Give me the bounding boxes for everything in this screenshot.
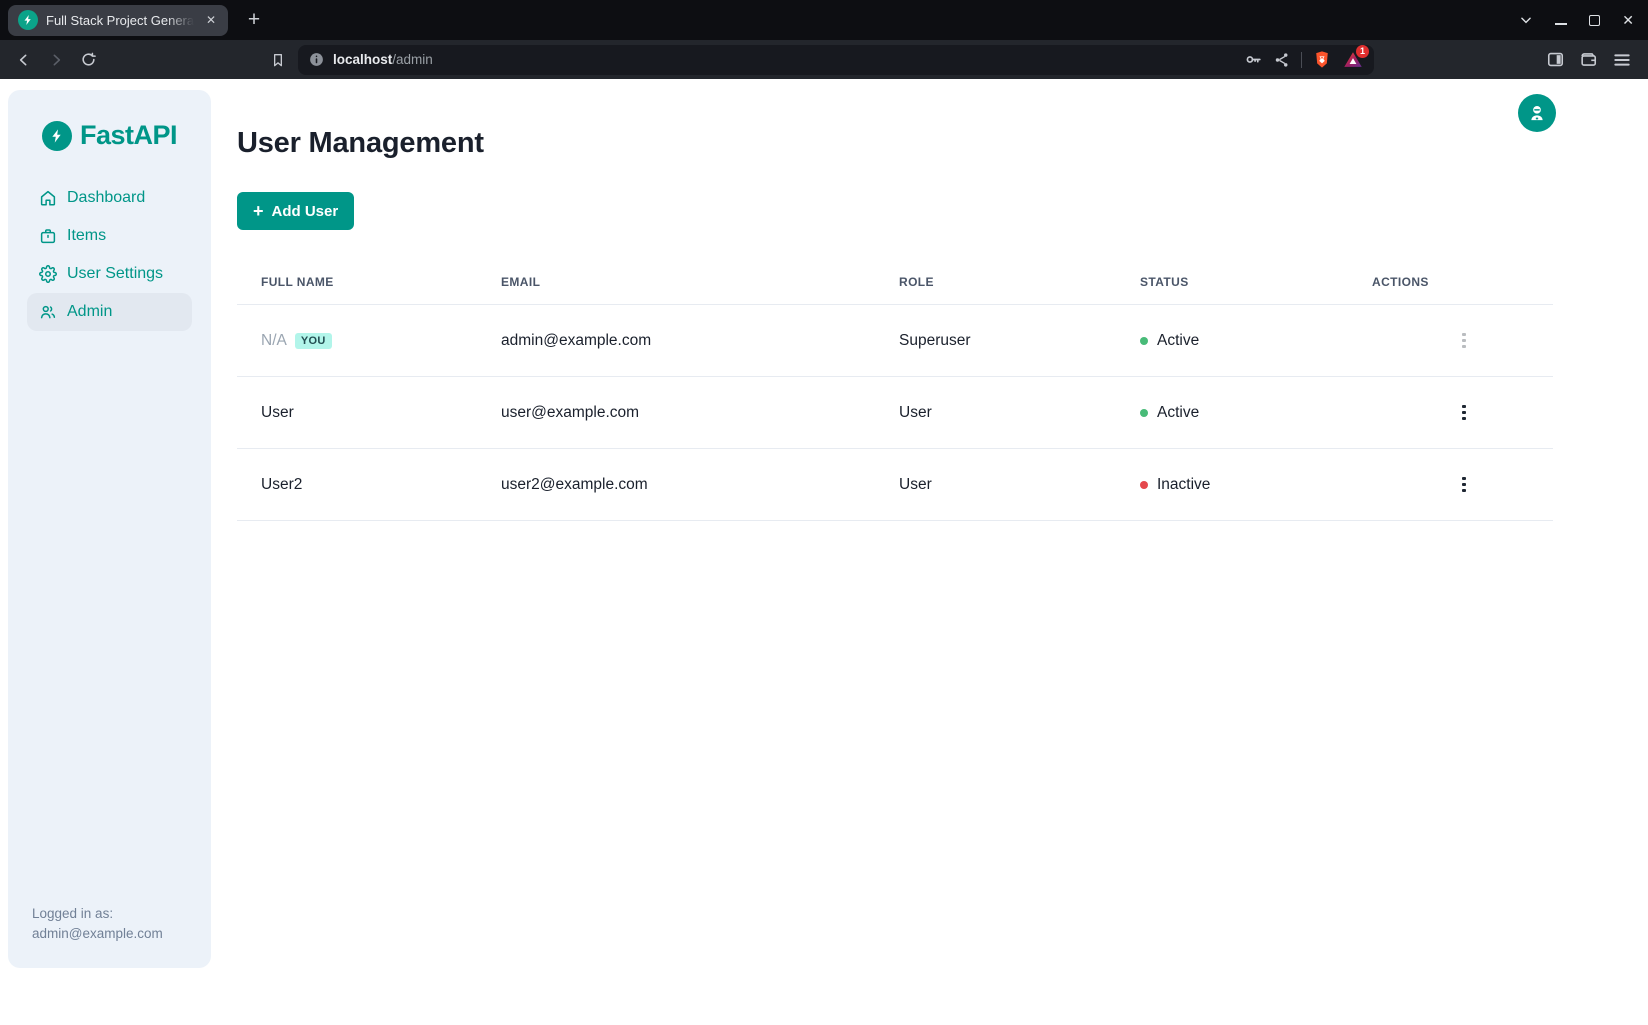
bookmark-icon[interactable]: [264, 46, 292, 74]
col-header-email: EMAIL: [501, 275, 899, 289]
sidebar-item-label: Admin: [67, 303, 112, 321]
side-panel-icon[interactable]: [1546, 50, 1565, 69]
cell-email: admin@example.com: [501, 332, 899, 350]
home-icon: [39, 189, 57, 207]
table-row: User2 user2@example.com User Inactive: [237, 449, 1553, 521]
sidebar-item-label: Items: [67, 227, 106, 245]
password-key-icon[interactable]: [1244, 50, 1263, 69]
cell-role: User: [899, 476, 1140, 494]
cell-email: user@example.com: [501, 404, 899, 422]
cell-full-name: N/A: [261, 332, 287, 350]
tab-bar: Full Stack Project Genera ✕ + ✕: [0, 0, 1648, 40]
tab-title: Full Stack Project Genera: [46, 12, 194, 29]
cell-email: user2@example.com: [501, 476, 899, 494]
cell-role: Superuser: [899, 332, 1140, 350]
user-menu-button[interactable]: [1518, 94, 1556, 132]
url-path: /admin: [392, 52, 433, 67]
main-area: User Management + Add User FULL NAME EMA…: [211, 79, 1648, 1025]
users-table: FULL NAME EMAIL ROLE STATUS ACTIONS N/A …: [237, 260, 1553, 521]
close-button[interactable]: ✕: [1622, 12, 1634, 29]
plus-icon: +: [253, 202, 264, 220]
cell-status: Active: [1157, 404, 1199, 422]
you-badge: YOU: [295, 333, 332, 349]
sidebar-nav: Dashboard Items User Settings Admin: [16, 179, 203, 331]
logged-in-label: Logged in as:: [32, 904, 203, 924]
cell-status: Inactive: [1157, 476, 1210, 494]
logged-in-footer: Logged in as: admin@example.com: [16, 904, 203, 944]
row-actions-menu-icon[interactable]: [1452, 471, 1476, 499]
col-header-full-name: FULL NAME: [261, 275, 501, 289]
col-header-status: STATUS: [1140, 275, 1372, 289]
forward-icon[interactable]: [42, 46, 70, 74]
briefcase-icon: [39, 227, 57, 245]
maximize-button[interactable]: [1589, 15, 1600, 26]
sidebar-item-dashboard[interactable]: Dashboard: [27, 179, 192, 217]
brave-shield-icon[interactable]: [1312, 49, 1332, 70]
app-sidebar: FastAPI Dashboard Items User Settings A: [8, 90, 211, 968]
sidebar-item-label: Dashboard: [67, 189, 145, 207]
sidebar-item-admin[interactable]: Admin: [27, 293, 192, 331]
tab-search-chevron-icon[interactable]: [1519, 13, 1533, 27]
add-user-button[interactable]: + Add User: [237, 192, 354, 230]
col-header-actions: ACTIONS: [1372, 275, 1553, 289]
cell-role: User: [899, 404, 1140, 422]
table-row: N/A YOU admin@example.com Superuser Acti…: [237, 305, 1553, 377]
sidebar-item-user-settings[interactable]: User Settings: [27, 255, 192, 293]
cell-full-name: User: [261, 404, 294, 422]
fastapi-logo-icon: [42, 121, 72, 151]
fastapi-favicon-icon: [18, 10, 38, 30]
status-dot-active: [1140, 337, 1148, 345]
url-host: localhost: [333, 52, 392, 67]
url-bar-actions: 1: [1244, 49, 1364, 71]
cell-full-name: User2: [261, 476, 302, 494]
page-content: FastAPI Dashboard Items User Settings A: [0, 79, 1648, 1025]
status-dot-active: [1140, 409, 1148, 417]
rewards-badge: 1: [1356, 45, 1369, 58]
url-text: localhost/admin: [333, 52, 433, 67]
back-icon[interactable]: [10, 46, 38, 74]
add-user-label: Add User: [272, 203, 339, 220]
tab-close-icon[interactable]: ✕: [202, 11, 220, 29]
url-bar[interactable]: localhost/admin: [298, 45, 1374, 75]
browser-window: Full Stack Project Genera ✕ + ✕: [0, 0, 1648, 1025]
fastapi-logo-text: FastAPI: [80, 120, 177, 151]
col-header-role: ROLE: [899, 275, 1140, 289]
row-actions-menu-icon[interactable]: [1452, 399, 1476, 427]
table-row: User user@example.com User Active: [237, 377, 1553, 449]
menu-hamburger-icon[interactable]: [1612, 50, 1632, 70]
users-icon: [39, 303, 57, 321]
row-actions-menu-icon: [1452, 327, 1476, 355]
brave-rewards-icon[interactable]: 1: [1342, 49, 1364, 71]
logged-in-email: admin@example.com: [32, 924, 203, 944]
browser-toolbar: localhost/admin: [0, 40, 1648, 79]
share-icon[interactable]: [1273, 51, 1291, 69]
new-tab-button[interactable]: +: [240, 6, 268, 34]
table-header-row: FULL NAME EMAIL ROLE STATUS ACTIONS: [237, 260, 1553, 305]
status-dot-inactive: [1140, 481, 1148, 489]
reload-icon[interactable]: [74, 46, 102, 74]
address-bar-area: localhost/admin: [264, 45, 1542, 75]
cell-status: Active: [1157, 332, 1199, 350]
toolbar-right: [1546, 50, 1638, 70]
toolbar-divider: [1301, 52, 1302, 68]
minimize-button[interactable]: [1555, 15, 1567, 25]
browser-tab[interactable]: Full Stack Project Genera ✕: [8, 5, 228, 36]
sidebar-item-items[interactable]: Items: [27, 217, 192, 255]
page-title: User Management: [237, 127, 1648, 160]
sidebar-item-label: User Settings: [67, 265, 163, 283]
site-info-icon[interactable]: [308, 51, 325, 68]
fastapi-logo: FastAPI: [16, 120, 203, 151]
user-astronaut-icon: [1527, 103, 1547, 123]
gear-icon: [39, 265, 57, 283]
window-controls: ✕: [1519, 0, 1634, 40]
wallet-icon[interactable]: [1579, 50, 1598, 69]
